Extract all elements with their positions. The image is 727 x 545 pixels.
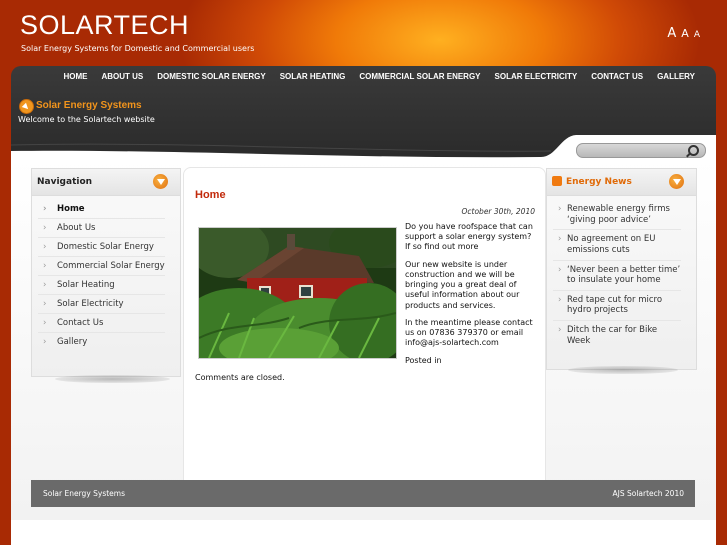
post-paragraph: In the meantime please contact us on 078… (405, 317, 533, 348)
energy-news-box: Energy News Renewable energy firms ‘givi… (546, 168, 697, 370)
font-size-large-button[interactable]: A (667, 26, 676, 41)
site-title[interactable]: SOLARTECH (20, 10, 189, 41)
footer-left-text: Solar Energy Systems (43, 489, 126, 498)
news-item[interactable]: ‘Never been a better time’ to insulate y… (553, 261, 681, 291)
news-title[interactable]: Energy News (566, 177, 632, 187)
news-list: Renewable energy firms ‘giving poor advi… (547, 200, 696, 350)
news-item[interactable]: No agreement on EU emissions cuts (553, 230, 681, 261)
nav-item-about-us[interactable]: ABOUT US (94, 72, 150, 81)
footer: Solar Energy Systems AJS Solartech 2010 (31, 480, 695, 507)
bottom-strip (11, 520, 716, 545)
sidebar-item-gallery[interactable]: Gallery (38, 333, 165, 351)
search-input[interactable] (576, 143, 706, 158)
posted-in: Posted in (405, 355, 442, 365)
sidebar-header: Navigation (32, 169, 180, 196)
font-size-controls: A A A (667, 26, 700, 41)
post-body: Do you have roofspace that can support a… (405, 222, 535, 373)
main-nav: HOME ABOUT US DOMESTIC SOLAR ENERGY SOLA… (56, 72, 702, 81)
sidebar-item-about-us[interactable]: About Us (38, 219, 165, 238)
search-icon[interactable] (688, 145, 699, 156)
font-size-small-button[interactable]: A (694, 30, 700, 40)
nav-item-solar-heating[interactable]: SOLAR HEATING (273, 72, 353, 81)
sidebar-shadow (55, 375, 170, 383)
sidebar-item-contact-us[interactable]: Contact Us (38, 314, 165, 333)
sidebar-item-home[interactable]: Home (38, 200, 165, 219)
rss-icon[interactable] (552, 176, 562, 186)
news-item[interactable]: Renewable energy firms ‘giving poor advi… (553, 200, 681, 231)
sidebar-title: Navigation (37, 177, 93, 187)
sidebar-item-solar-heating[interactable]: Solar Heating (38, 276, 165, 295)
post-title[interactable]: Home (195, 189, 226, 201)
sidebar-navigation: Navigation Home About Us Domestic Solar … (31, 168, 181, 377)
sidebar-item-solar-electricity[interactable]: Solar Electricity (38, 295, 165, 314)
sidebar-item-domestic-solar-energy[interactable]: Domestic Solar Energy (38, 238, 165, 257)
chevron-down-icon[interactable] (669, 174, 684, 189)
news-item[interactable]: Red tape cut for micro hydro projects (553, 291, 681, 321)
post-paragraph: Our new website is under construction an… (405, 259, 520, 310)
arrow-circle-icon (19, 99, 34, 114)
main-content: Home October 30th, 2010 Do you have roof… (183, 167, 546, 482)
banner-title: Solar Energy Systems (36, 100, 142, 111)
nav-item-solar-electricity[interactable]: SOLAR ELECTRICITY (488, 72, 585, 81)
font-size-medium-button[interactable]: A (681, 27, 689, 40)
comments-closed-text: Comments are closed. (195, 373, 285, 382)
news-item[interactable]: Ditch the car for Bike Week (553, 321, 681, 350)
post-date: October 30th, 2010 (461, 207, 536, 216)
nav-item-home[interactable]: HOME (56, 72, 94, 81)
post-paragraph: Do you have roofspace that can support a… (405, 222, 533, 252)
news-header: Energy News (547, 169, 696, 196)
nav-item-domestic-solar-energy[interactable]: DOMESTIC SOLAR ENERGY (150, 72, 272, 81)
nav-item-gallery[interactable]: GALLERY (650, 72, 702, 81)
nav-item-commercial-solar-energy[interactable]: COMMERCIAL SOLAR ENERGY (352, 72, 487, 81)
site-tagline: Solar Energy Systems for Domestic and Co… (21, 44, 255, 53)
chevron-down-icon[interactable] (153, 174, 168, 189)
news-shadow (568, 366, 678, 374)
banner-subtitle: Welcome to the Solartech website (18, 115, 155, 124)
post-image-house-in-ferns (198, 227, 397, 359)
house-photo (199, 228, 396, 358)
sidebar-item-commercial-solar-energy[interactable]: Commercial Solar Energy (38, 257, 165, 276)
sidebar-list: Home About Us Domestic Solar Energy Comm… (32, 200, 180, 351)
footer-copyright: AJS Solartech 2010 (612, 489, 684, 498)
nav-item-contact-us[interactable]: CONTACT US (584, 72, 650, 81)
